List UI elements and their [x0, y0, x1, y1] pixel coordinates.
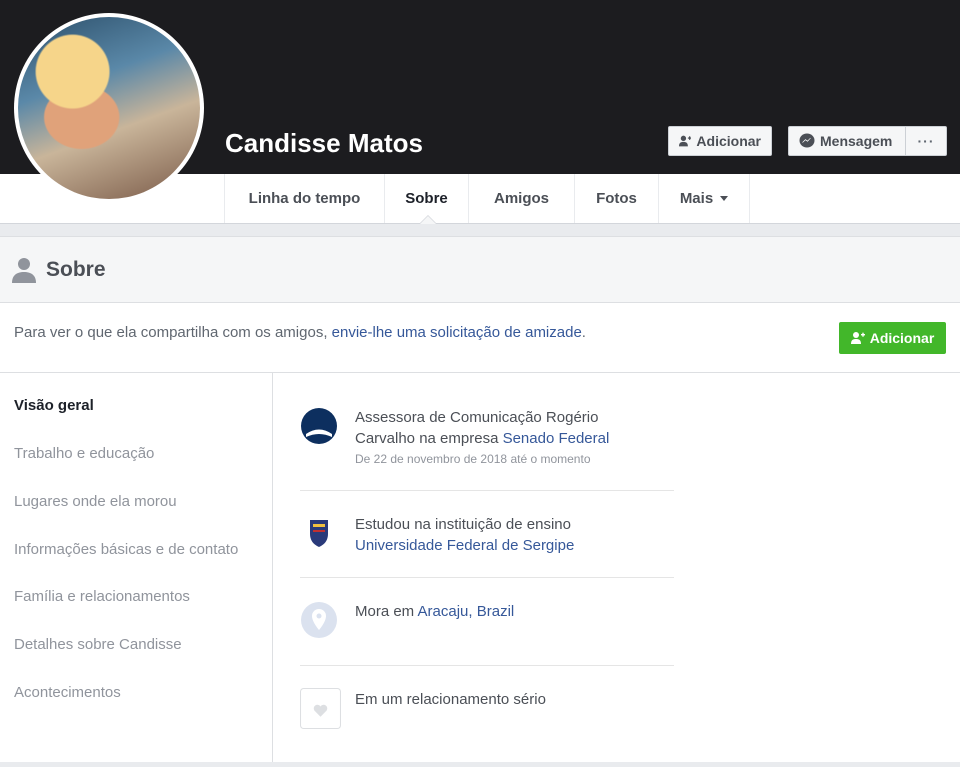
- senado-logo-icon[interactable]: [300, 407, 338, 445]
- section-title: Sobre: [46, 257, 106, 281]
- friend-prompt-prefix: Para ver o que ela compartilha com os am…: [14, 324, 332, 341]
- message-label: Mensagem: [820, 133, 893, 149]
- school-link[interactable]: Universidade Federal de Sergipe: [355, 537, 574, 554]
- send-friend-request-link[interactable]: envie-lhe uma solicitação de amizade: [332, 324, 582, 341]
- sidebar-item-details[interactable]: Detalhes sobre Candisse: [14, 636, 182, 653]
- education-text: Estudou na instituição de ensino Univers…: [355, 514, 574, 556]
- sidebar-item-places[interactable]: Lugares onde ela morou: [14, 493, 177, 510]
- tab-more-label: Mais: [679, 190, 714, 207]
- sidebar-item-overview[interactable]: Visão geral: [14, 397, 94, 414]
- location-pin-icon: [301, 602, 337, 638]
- work-line2-prefix: Carvalho na empresa: [355, 430, 503, 447]
- tab-photos[interactable]: Fotos: [574, 174, 658, 223]
- education-entry: Estudou na instituição de ensino Univers…: [300, 514, 674, 558]
- add-friend-green-button[interactable]: Adicionar: [839, 322, 946, 354]
- add-friend-icon: [850, 332, 865, 344]
- add-friend-icon: [679, 135, 692, 147]
- tab-friends[interactable]: Amigos: [468, 174, 574, 223]
- person-icon: [12, 257, 36, 283]
- heart-icon: [300, 688, 341, 729]
- sidebar-item-work-education[interactable]: Trabalho e educação: [14, 445, 154, 462]
- message-button[interactable]: Mensagem: [788, 126, 906, 156]
- work-text: Assessora de Comunicação Rogério Carvalh…: [355, 407, 609, 467]
- profile-picture[interactable]: [14, 13, 204, 203]
- more-options-button[interactable]: ···: [905, 126, 947, 156]
- friend-prompt: Para ver o que ela compartilha com os am…: [14, 324, 586, 341]
- tab-timeline[interactable]: Linha do tempo: [224, 174, 384, 223]
- friend-request-bar: Para ver o que ela compartilha com os am…: [0, 303, 960, 373]
- page-bottom-border: [0, 762, 960, 767]
- sidebar-item-contact-info[interactable]: Informações básicas e de contato: [14, 541, 238, 558]
- friend-prompt-suffix: .: [581, 324, 586, 341]
- active-tab-indicator: [419, 215, 437, 224]
- location-prefix: Mora em: [355, 603, 418, 620]
- divider: [300, 665, 674, 666]
- tab-more[interactable]: Mais: [658, 174, 750, 223]
- about-sidebar: Visão geral Trabalho e educação Lugares …: [0, 373, 273, 766]
- work-dates: De 22 de novembro de 2018 até o momento: [355, 452, 591, 466]
- location-entry: Mora em Aracaju, Brazil: [300, 601, 674, 641]
- about-header: Sobre: [0, 237, 960, 303]
- caret-down-icon: [720, 196, 729, 201]
- add-friend-button[interactable]: Adicionar: [668, 126, 772, 156]
- city-link[interactable]: Aracaju, Brazil: [418, 603, 515, 620]
- about-section: Sobre Para ver o que ela compartilha com…: [0, 236, 960, 767]
- location-text: Mora em Aracaju, Brazil: [355, 601, 514, 622]
- university-crest-icon[interactable]: [300, 514, 338, 552]
- work-entry: Assessora de Comunicação Rogério Carvalh…: [300, 407, 674, 467]
- sidebar-item-family[interactable]: Família e relacionamentos: [14, 588, 190, 605]
- sidebar-item-life-events[interactable]: Acontecimentos: [14, 684, 121, 701]
- add-friend-green-label: Adicionar: [869, 330, 935, 346]
- avatar-image: [18, 17, 200, 199]
- add-friend-label: Adicionar: [696, 133, 761, 149]
- work-line1: Assessora de Comunicação Rogério: [355, 409, 599, 426]
- company-link[interactable]: Senado Federal: [503, 430, 610, 447]
- messenger-icon: [799, 133, 815, 148]
- profile-name[interactable]: Candisse Matos: [225, 128, 423, 159]
- about-body: Visão geral Trabalho e educação Lugares …: [0, 373, 960, 766]
- relationship-status: Em um relacionamento sério: [355, 691, 546, 708]
- divider: [300, 577, 674, 578]
- work-line2: Carvalho na empresa Senado Federal: [355, 428, 609, 449]
- education-line1: Estudou na instituição de ensino: [355, 516, 571, 533]
- relationship-entry: Em um relacionamento sério: [300, 688, 674, 730]
- divider: [300, 490, 674, 491]
